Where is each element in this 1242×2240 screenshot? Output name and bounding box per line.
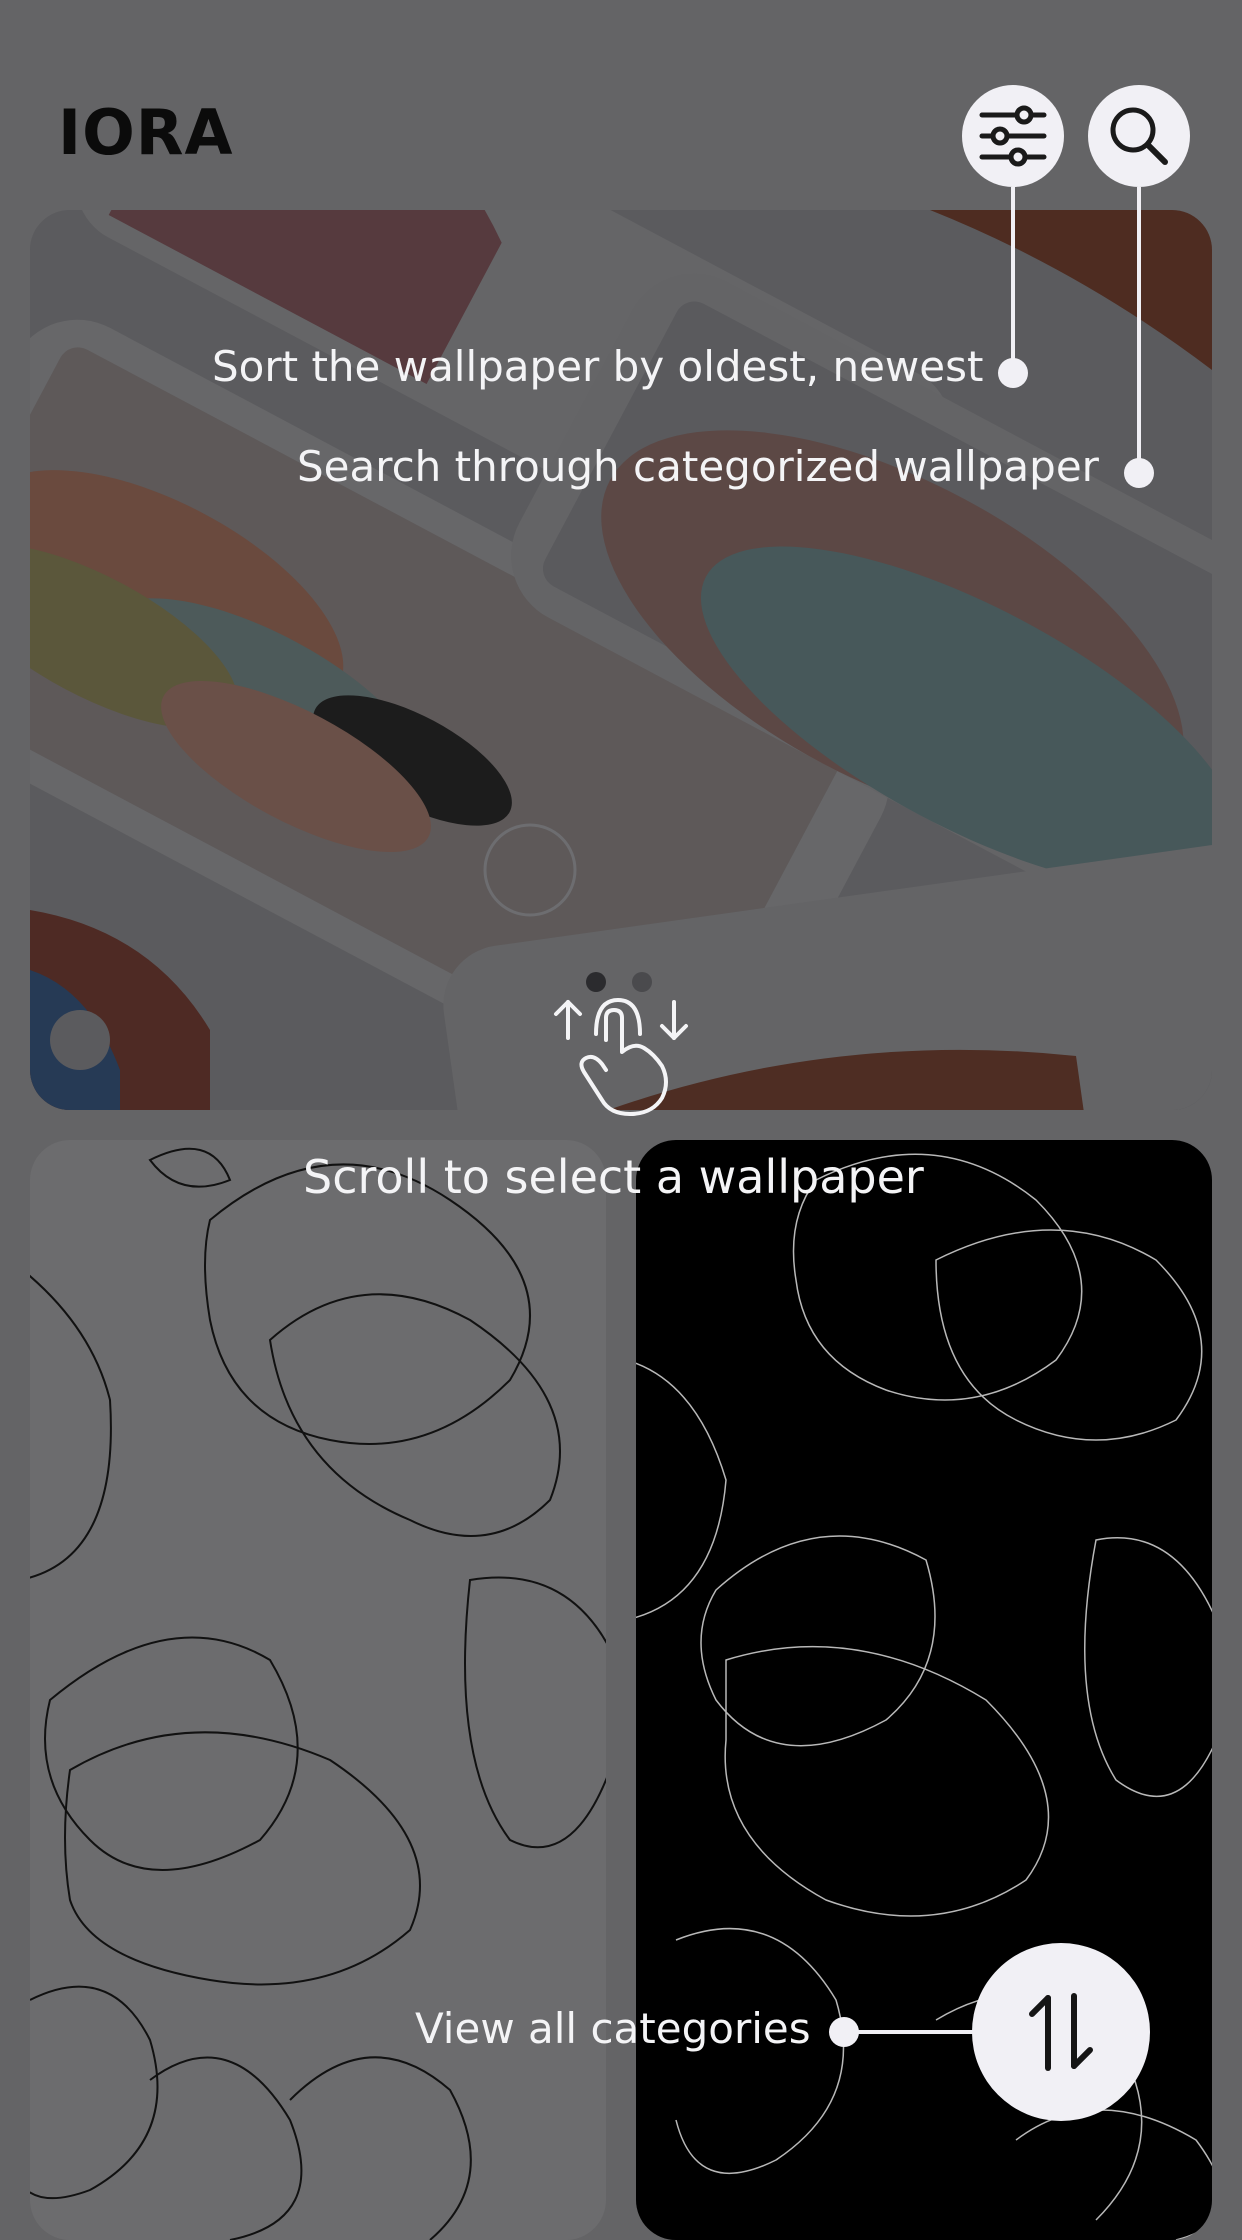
scroll-gesture-icon (554, 998, 688, 1116)
pager-dot-active[interactable] (586, 972, 606, 992)
categories-tip-text: View all categories (415, 2004, 811, 2053)
sliders-icon (979, 105, 1047, 167)
search-tip-text: Search through categorized wallpaper (297, 442, 1099, 491)
search-button[interactable] (1088, 85, 1190, 187)
categories-tip-connector (845, 2030, 975, 2034)
carousel-pager (586, 972, 652, 992)
wallpaper-thumbnail[interactable] (30, 1140, 606, 2240)
scroll-tip-text: Scroll to select a wallpaper (303, 1150, 924, 1204)
wallpaper-squiggle-pattern (30, 1147, 606, 2240)
search-icon (1110, 107, 1168, 165)
sort-tip-dot (998, 358, 1028, 388)
search-tip-connector (1137, 187, 1141, 473)
sort-tip-text: Sort the wallpaper by oldest, newest (212, 342, 984, 391)
view-categories-button[interactable] (972, 1943, 1150, 2121)
search-tip-dot (1124, 458, 1154, 488)
sort-filter-button[interactable] (962, 85, 1064, 187)
sort-tip-connector (1011, 187, 1015, 373)
swap-vertical-icon (1029, 1993, 1093, 2071)
pager-dot[interactable] (632, 972, 652, 992)
app-title: IORA (58, 96, 234, 169)
